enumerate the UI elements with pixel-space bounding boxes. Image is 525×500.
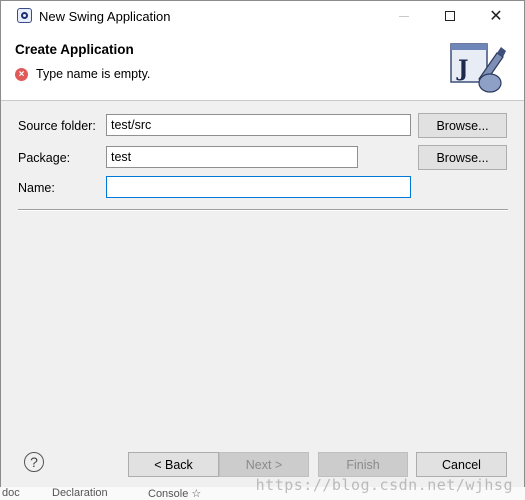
maximize-button[interactable] — [427, 1, 473, 31]
source-folder-browse-button[interactable]: Browse... — [418, 113, 507, 138]
next-button[interactable]: Next > — [219, 452, 309, 477]
watermark-text: https://blog.csdn.net/wjhsg — [255, 476, 513, 494]
finish-button[interactable]: Finish — [318, 452, 408, 477]
minimize-icon — [399, 15, 409, 17]
help-button[interactable]: ? — [24, 452, 44, 472]
close-button[interactable]: ✕ — [473, 1, 519, 31]
background-tab-console[interactable]: Console ☆ — [148, 487, 201, 500]
window-title: New Swing Application — [39, 9, 171, 24]
source-folder-field[interactable] — [106, 114, 411, 136]
error-message-row: × Type name is empty. — [15, 67, 150, 81]
page-title: Create Application — [15, 42, 134, 57]
name-field[interactable] — [106, 176, 411, 198]
title-bar[interactable]: New Swing Application ✕ — [1, 1, 524, 31]
minimize-button[interactable] — [381, 1, 427, 31]
error-icon: × — [15, 67, 28, 81]
banner-letter: J — [456, 56, 468, 82]
error-message: Type name is empty. — [36, 67, 151, 81]
eclipse-app-icon — [17, 8, 32, 23]
back-button[interactable]: < Back — [128, 452, 219, 477]
package-field[interactable] — [106, 146, 358, 168]
java-wizard-banner-icon: J — [450, 43, 506, 93]
background-tab-doc[interactable]: doc — [2, 487, 20, 499]
package-label: Package: — [18, 151, 71, 165]
maximize-icon — [445, 11, 455, 21]
source-folder-label: Source folder: — [18, 119, 96, 133]
wizard-header: Create Application × Type name is empty.… — [1, 31, 524, 101]
close-icon: ✕ — [489, 8, 503, 25]
new-swing-application-dialog: New Swing Application ✕ Create Applicati… — [0, 0, 525, 488]
background-tab-declaration[interactable]: Declaration — [52, 487, 108, 499]
cancel-button[interactable]: Cancel — [416, 452, 507, 477]
form-separator — [18, 209, 508, 211]
package-browse-button[interactable]: Browse... — [418, 145, 507, 170]
help-icon: ? — [30, 454, 38, 470]
name-label: Name: — [18, 181, 55, 195]
